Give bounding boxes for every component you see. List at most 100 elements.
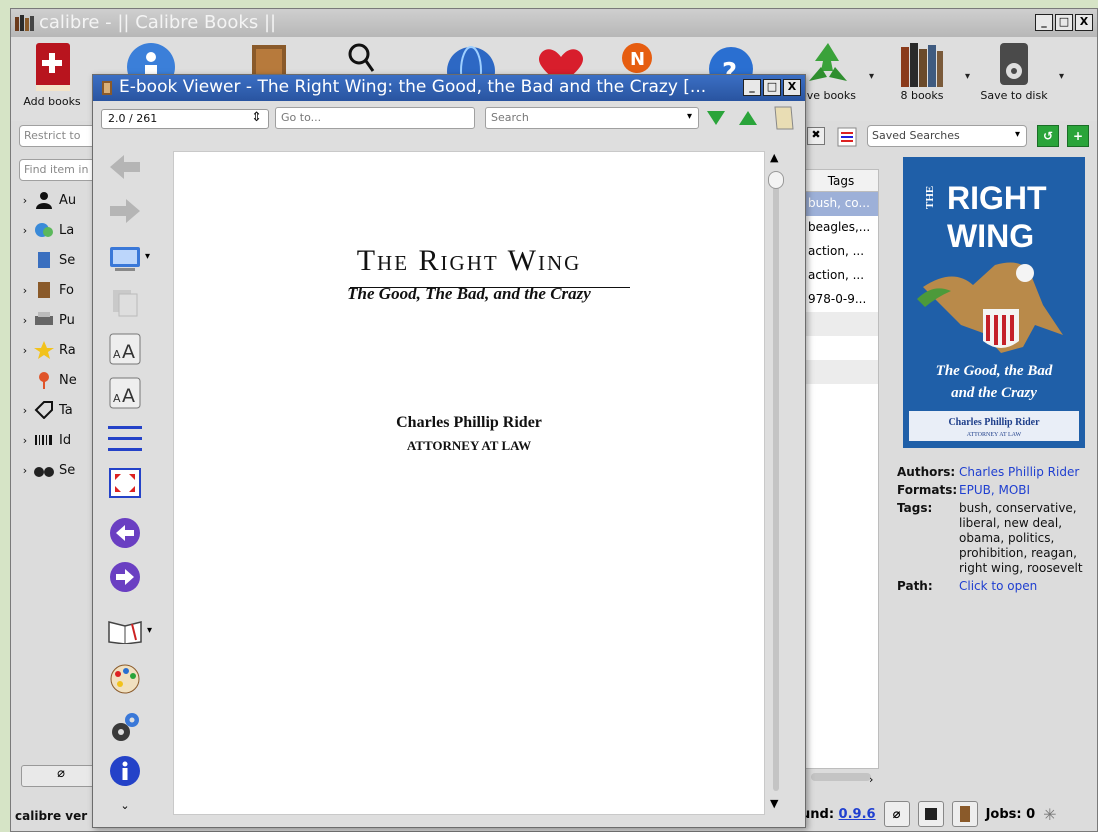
save-search-button[interactable]: ↺ (1037, 125, 1059, 147)
main-titlebar[interactable]: calibre - || Calibre Books || _ □ X (11, 9, 1097, 37)
book-details-button[interactable] (951, 801, 978, 827)
expand-chevron-icon[interactable]: › (17, 194, 33, 207)
copy-button[interactable] (107, 285, 143, 321)
ebook-viewer-window: E-book Viewer - The Right Wing: the Good… (92, 74, 806, 828)
expand-chevron-icon[interactable]: › (17, 284, 33, 297)
forward-button[interactable] (107, 193, 143, 229)
search-history-icon[interactable] (837, 127, 857, 147)
add-search-button[interactable]: + (1067, 125, 1089, 147)
saved-searches-select[interactable]: Saved Searches ▾ (867, 125, 1027, 147)
update-version-link[interactable]: 0.9.6 (839, 807, 876, 822)
clear-search-icon[interactable]: ✖ (807, 127, 825, 145)
find-item-input[interactable]: Find item in t (19, 159, 103, 181)
find-next-icon[interactable] (707, 111, 725, 125)
formats-link[interactable]: EPUB, MOBI (959, 483, 1097, 498)
back-button[interactable] (107, 149, 143, 185)
full-screen-toggle-button[interactable] (107, 465, 143, 501)
expand-chevron-icon[interactable]: › (17, 464, 33, 477)
chevron-down-icon[interactable]: ▾ (145, 251, 150, 262)
table-row[interactable] (804, 360, 878, 384)
update-prefix: und: (801, 806, 839, 822)
table-row[interactable]: bush, co... (804, 192, 878, 216)
expand-chevron-icon[interactable]: › (17, 314, 33, 327)
more-tools-button[interactable]: ⌄ (107, 795, 143, 815)
previous-page-button[interactable] (107, 515, 143, 551)
maximize-button[interactable]: □ (1055, 14, 1073, 31)
table-row[interactable]: action, ... (804, 240, 878, 264)
add-books-button[interactable]: Add books (17, 41, 87, 108)
author-link[interactable]: Charles Phillip Rider (959, 465, 1097, 480)
viewer-vertical-scrollbar[interactable]: ▲ ▼ (767, 151, 785, 815)
scroll-down-icon[interactable]: ▼ (770, 797, 778, 810)
svg-text:A: A (122, 385, 135, 407)
expand-chevron-icon[interactable]: › (17, 344, 33, 357)
save-disk-icon (1000, 43, 1028, 85)
find-previous-icon[interactable] (739, 111, 757, 125)
remove-books-dropdown-icon[interactable]: ▾ (869, 71, 874, 82)
scroll-track[interactable] (773, 175, 779, 791)
book-cover[interactable]: THE RIGHT WING The Good, the Bad and the … (903, 157, 1085, 448)
page-book-subtitle: The Good, The Bad, and the Crazy (347, 284, 591, 303)
book-info-button[interactable] (107, 753, 143, 789)
table-row[interactable]: 978-0-9... (804, 288, 878, 312)
save-to-disk-button[interactable]: Save to disk ▾ (979, 41, 1064, 102)
manage-tags-button[interactable]: ⌀ (21, 765, 101, 787)
viewer-close-button[interactable]: X (783, 79, 801, 96)
horizontal-scrollbar[interactable] (811, 773, 871, 781)
path-link[interactable]: Click to open (959, 579, 1097, 594)
library-button[interactable]: 8 books ▾ (887, 41, 970, 102)
restrict-to-select[interactable]: Restrict to (19, 125, 99, 147)
preferences-button[interactable] (107, 709, 143, 745)
arrow-right-icon (110, 199, 140, 223)
cover-author-sub: ATTORNEY AT LAW (967, 432, 1022, 438)
svg-text:N: N (630, 49, 645, 70)
viewer-search-input[interactable]: Search ▾ (485, 107, 699, 129)
position-spinbox[interactable]: 2.0 / 261 ⇕ (101, 109, 269, 129)
scroll-thumb[interactable] (768, 171, 784, 189)
open-book-icon (108, 621, 142, 644)
expand-chevron-icon[interactable]: › (17, 404, 33, 417)
monitor-icon (110, 247, 140, 271)
news-button[interactable]: N (617, 41, 657, 77)
fullscreen-button[interactable]: ▾ (107, 241, 150, 277)
expand-chevron-icon[interactable]: › (17, 434, 33, 447)
reference-mode-button[interactable]: ▾ (107, 613, 152, 649)
cover-art: THE RIGHT WING The Good, the Bad and the … (903, 157, 1085, 448)
library-dropdown-icon[interactable]: ▾ (965, 71, 970, 82)
update-text: und: 0.9.6 (801, 807, 876, 822)
table-row[interactable]: beagles,... (804, 216, 878, 240)
details-authors-row: Authors: Charles Phillip Rider (897, 465, 1097, 480)
viewer-maximize-button[interactable]: □ (763, 79, 781, 96)
table-row[interactable] (804, 336, 878, 360)
next-page-button[interactable] (107, 559, 143, 595)
details-formats-row: Formats: EPUB, MOBI (897, 483, 1097, 498)
info-icon (110, 756, 140, 786)
save-dropdown-icon[interactable]: ▾ (1059, 71, 1064, 82)
cover-title-line1: RIGHT (947, 180, 1047, 216)
viewer-titlebar[interactable]: E-book Viewer - The Right Wing: the Good… (93, 75, 805, 101)
minimize-button[interactable]: _ (1035, 14, 1053, 31)
jobs-text[interactable]: Jobs: 0 (986, 807, 1036, 822)
book-page[interactable]: The Right Wing The Good, The Bad, and th… (173, 151, 765, 815)
spinner-icon: ✳ (1043, 804, 1057, 824)
table-row[interactable]: action, ... (804, 264, 878, 288)
add-books-label: Add books (23, 95, 81, 108)
scroll-right-icon[interactable]: › (869, 773, 873, 786)
table-row[interactable] (804, 312, 878, 336)
spin-arrows-icon[interactable]: ⇕ (251, 110, 262, 125)
print-button[interactable] (107, 661, 143, 697)
viewer-minimize-button[interactable]: _ (743, 79, 761, 96)
chevron-down-icon[interactable]: ▾ (147, 625, 152, 636)
scroll-up-icon[interactable]: ▲ (770, 151, 778, 164)
close-button[interactable]: X (1075, 14, 1093, 31)
table-of-contents-button[interactable] (107, 421, 143, 457)
scroll-reference-icon[interactable] (771, 105, 795, 131)
font-size-larger-button[interactable]: AA (107, 331, 143, 367)
cover-grid-button[interactable] (917, 801, 944, 827)
goto-input[interactable]: Go to... (275, 107, 475, 129)
chevron-down-icon[interactable]: ▾ (687, 111, 692, 122)
font-size-smaller-button[interactable]: AA (107, 375, 143, 411)
tags-column-header[interactable]: Tags (804, 170, 878, 192)
tag-editor-button[interactable]: ⌀ (883, 801, 910, 827)
expand-chevron-icon[interactable]: › (17, 224, 33, 237)
